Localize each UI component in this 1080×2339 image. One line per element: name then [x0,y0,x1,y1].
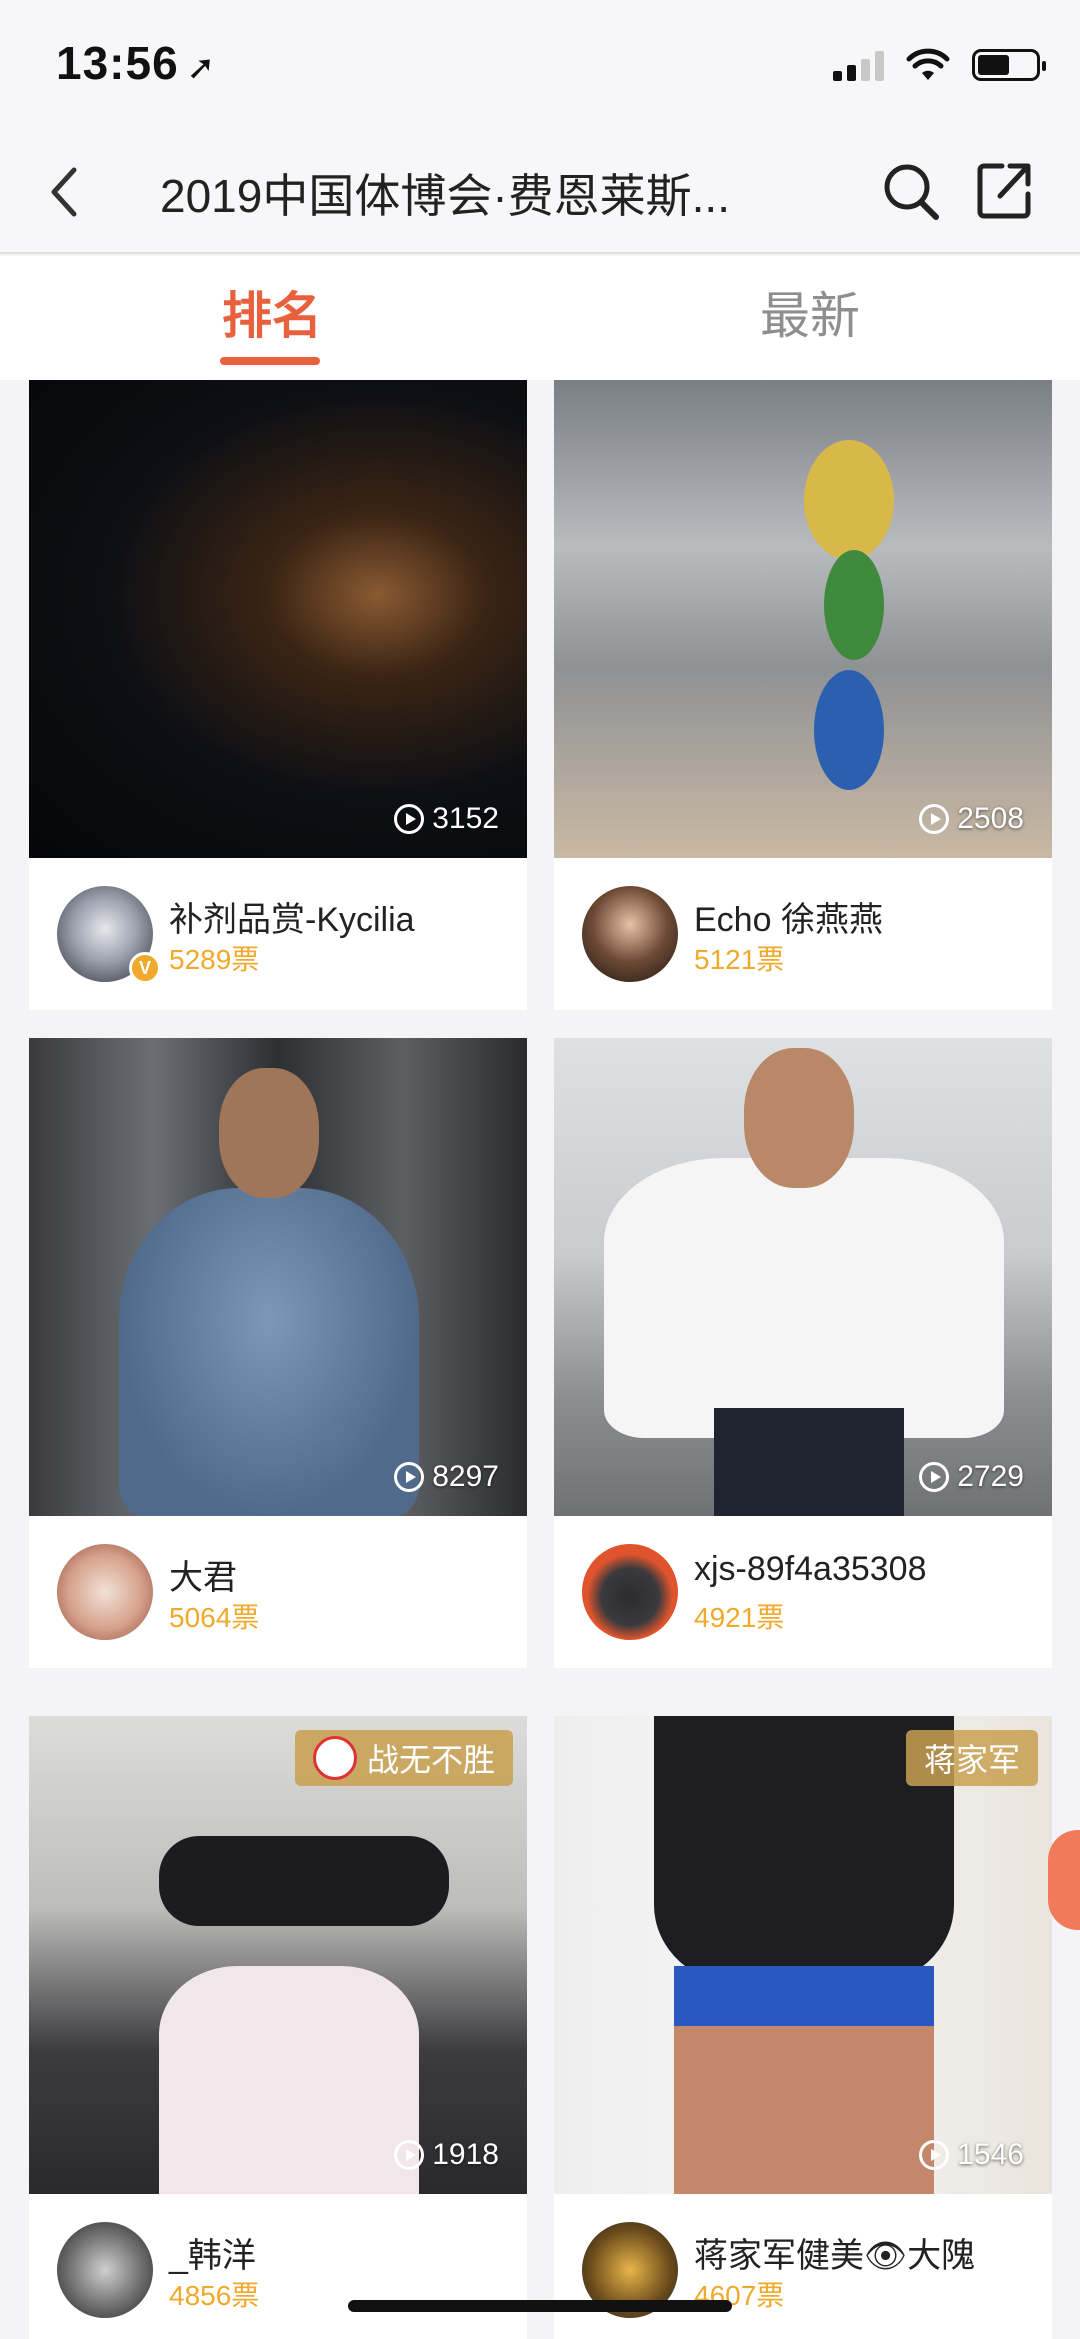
play-icon [919,1462,950,1492]
vote-count: 4856票 [169,2280,260,2311]
card-info: V 补剂品赏-Kycilia 5289票 [29,858,527,1010]
head-figure [744,1048,854,1188]
weight-plate-yellow [804,440,894,560]
legs-figure [674,2026,934,2194]
floating-action-button[interactable] [1048,1830,1080,1930]
avatar[interactable] [57,1544,153,1640]
white-shirt-figure [604,1158,1004,1438]
username[interactable]: 补剂品赏-Kycilia [169,892,415,941]
status-bar: 13:56 ➚ [0,0,1080,130]
video-grid: 3152 V 补剂品赏-Kycilia 5289票 2508 Echo 徐燕燕 … [0,380,1080,2339]
tank-top-figure [119,1188,419,1516]
location-arrow-icon: ➚ [186,49,217,87]
play-count: 3152 [394,802,499,836]
nav-bar: 2019中国体博会·费恩莱斯... [0,130,1080,254]
username[interactable]: 蒋家军健美👁大隗 [694,2228,975,2277]
video-thumbnail[interactable]: 2508 [554,380,1052,858]
view-count: 2729 [957,1460,1024,1493]
vote-count: 5289票 [169,944,260,975]
video-card[interactable]: 2729 xjs-89f4a35308 4921票 [554,1038,1052,1668]
video-thumbnail[interactable]: 3152 [29,380,527,858]
video-thumbnail[interactable]: 8297 [29,1038,527,1516]
play-icon [394,1462,425,1492]
video-card[interactable]: 8297 大君 5064票 [29,1038,527,1668]
play-icon [394,804,425,834]
play-count: 8297 [394,1460,499,1494]
page-title: 2019中国体博会·费恩莱斯... [160,170,730,222]
view-count: 3152 [432,802,499,835]
video-thumbnail[interactable]: 2729 [554,1038,1052,1516]
search-icon[interactable] [880,158,942,224]
play-count: 2508 [919,802,1024,836]
video-thumbnail[interactable]: 蒋家军 1546 [554,1716,1052,2194]
status-time: 13:56 ➚ [56,36,216,90]
home-indicator[interactable] [348,2300,732,2312]
cellular-signal-icon [833,49,884,81]
active-tab-indicator [220,357,320,365]
verified-badge-icon: V [129,952,161,984]
video-card[interactable]: 战无不胜 1918 _韩洋 4856票 [29,1716,527,2339]
username[interactable]: _韩洋 [169,2228,256,2277]
vote-count: 4921票 [694,1602,785,1633]
view-count: 1918 [432,2138,499,2171]
head-figure [219,1068,319,1198]
share-icon[interactable] [972,156,1036,224]
tab-latest[interactable]: 最新 [710,276,910,348]
tab-bar: 排名 最新 [0,256,1080,380]
play-icon [919,804,950,834]
wifi-icon [906,48,950,80]
sponsor-tag: 战无不胜 [294,1730,513,1786]
tag-label: 蒋家军 [923,1742,1020,1778]
back-icon[interactable] [36,160,96,224]
tag-label: 战无不胜 [366,1742,495,1778]
play-count: 2729 [919,1460,1024,1494]
avatar[interactable] [57,2222,153,2318]
card-info: _韩洋 4856票 [29,2194,527,2339]
dark-pants-figure [714,1408,904,1516]
weight-plate-green [824,550,884,660]
dumbbell-figure [159,1836,449,1926]
weight-plate-blue [814,670,884,790]
play-icon [394,2140,425,2170]
video-card[interactable]: 2508 Echo 徐燕燕 5121票 [554,380,1052,1010]
tab-ranking[interactable]: 排名 [172,276,372,348]
clock-text: 13:56 [56,37,179,89]
athlete-figure [159,1966,419,2194]
card-info: 蒋家军健美👁大隗 4607票 [554,2194,1052,2339]
avatar[interactable] [582,1544,678,1640]
vote-count: 5064票 [169,1602,260,1633]
username[interactable]: xjs-89f4a35308 [694,1550,927,1589]
vote-count: 5121票 [694,944,785,975]
play-icon [919,2140,950,2170]
video-card[interactable]: 蒋家军 1546 蒋家军健美👁大隗 4607票 [554,1716,1052,2339]
video-card[interactable]: 3152 V 补剂品赏-Kycilia 5289票 [29,380,527,1010]
sponsor-tag: 蒋家军 [905,1730,1038,1786]
view-count: 8297 [432,1460,499,1493]
username[interactable]: Echo 徐燕燕 [694,892,883,941]
card-info: Echo 徐燕燕 5121票 [554,858,1052,1010]
sponsor-logo-icon [312,1736,357,1780]
play-count: 1918 [394,2138,499,2172]
play-count: 1546 [919,2138,1024,2172]
avatar[interactable] [582,886,678,982]
status-icons [833,48,1046,82]
view-count: 1546 [957,2138,1024,2171]
card-info: 大君 5064票 [29,1516,527,1668]
username[interactable]: 大君 [169,1550,237,1599]
battery-icon [972,49,1046,81]
card-info: xjs-89f4a35308 4921票 [554,1516,1052,1668]
view-count: 2508 [957,802,1024,835]
video-thumbnail[interactable]: 战无不胜 1918 [29,1716,527,2194]
